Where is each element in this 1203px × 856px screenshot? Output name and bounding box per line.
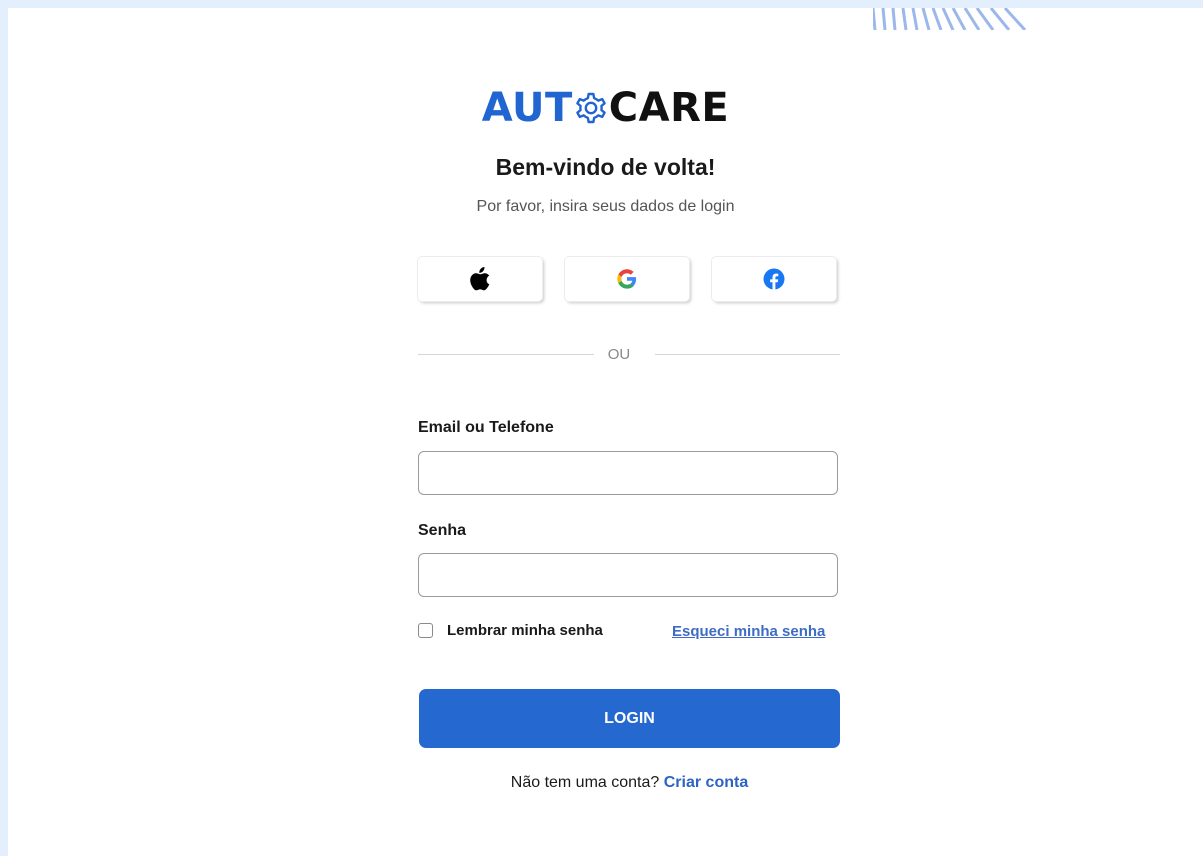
remember-label: Lembrar minha senha [447, 622, 603, 639]
gear-icon [575, 92, 606, 124]
login-button[interactable]: LOGIN [419, 689, 840, 748]
facebook-icon [763, 268, 785, 290]
signup-text: Não tem uma conta? [510, 774, 660, 791]
divider-line-left [418, 354, 594, 355]
apple-icon [470, 267, 490, 291]
email-label: Email ou Telefone [418, 419, 554, 436]
remember-checkbox[interactable] [418, 623, 433, 638]
divider-line-right [655, 354, 840, 355]
create-account-link[interactable]: Criar conta [664, 774, 748, 791]
password-field[interactable] [418, 553, 838, 597]
login-card: AUT CARE Bem-vindo de volta! Por favor, i… [8, 8, 1203, 856]
page-subtitle: Por favor, insira seus dados de login [476, 198, 735, 215]
divider-or: OU [607, 346, 631, 363]
google-login-button[interactable] [565, 257, 689, 301]
page-title: Bem-vindo de volta! [495, 154, 716, 180]
email-field[interactable] [418, 451, 838, 495]
apple-login-button[interactable] [418, 257, 542, 301]
remember-me-option[interactable]: Lembrar minha senha [418, 622, 603, 639]
decorative-stripes [873, 8, 1203, 30]
google-icon [617, 269, 637, 289]
password-label: Senha [418, 522, 467, 539]
signup-prompt: Não tem uma conta? Criar conta [8, 774, 1203, 792]
facebook-login-button[interactable] [712, 257, 836, 301]
forgot-password-link[interactable]: Esqueci minha senha [672, 623, 825, 640]
logo-text-part1: AUT [481, 85, 573, 131]
logo-text-part2: CARE [608, 85, 730, 131]
autocare-logo: AUT CARE [8, 84, 1203, 132]
